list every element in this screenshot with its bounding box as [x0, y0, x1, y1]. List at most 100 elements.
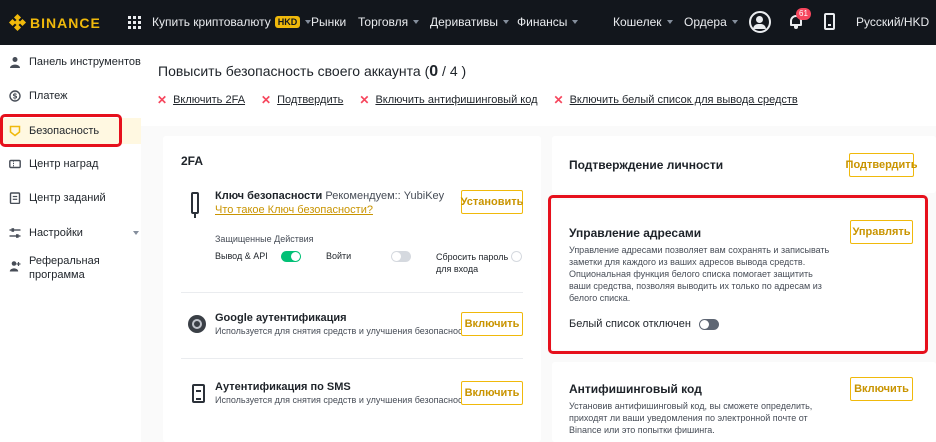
download-app-icon[interactable]: [824, 13, 835, 30]
clipboard-icon: [9, 192, 21, 205]
sidebar-item-label: Центр наград: [29, 158, 99, 170]
profile-avatar-icon[interactable]: [749, 11, 771, 33]
nav-finance-label: Финансы: [517, 15, 568, 29]
sidebar-item-security[interactable]: Безопасность: [0, 118, 141, 144]
chevron-down-icon: [666, 20, 673, 24]
currency-badge: HKD: [274, 16, 301, 28]
nav-buy-crypto-label: Купить криптовалюту: [152, 15, 271, 29]
verify-identity-button[interactable]: Подтвердить: [846, 153, 917, 177]
enable-sms-auth-button[interactable]: Включить: [461, 381, 523, 405]
security-key-link[interactable]: Что такое Ключ безопасности?: [215, 204, 373, 216]
nav-wallet-label: Кошелек: [613, 15, 662, 29]
nav-derivatives[interactable]: Деривативы: [430, 15, 510, 29]
sidebar-item-label: Платеж: [29, 90, 68, 102]
sidebar-item-label: Безопасность: [29, 125, 100, 137]
step-verify[interactable]: ✕ Подтвердить: [261, 93, 343, 107]
x-icon: ✕: [359, 93, 370, 107]
nav-derivatives-label: Деривативы: [430, 15, 499, 29]
step-whitelist[interactable]: ✕ Включить белый список для вывода средст…: [554, 93, 798, 107]
twofa-title: 2FA: [181, 154, 204, 168]
step-enable-2fa[interactable]: ✕ Включить 2FA: [157, 93, 245, 107]
google-auth-title: Google аутентификация: [215, 312, 347, 324]
sidebar-item-label: программа: [29, 269, 85, 281]
progress-done: 0: [429, 63, 439, 80]
nav-wallet[interactable]: Кошелек: [613, 15, 673, 29]
x-icon: ✕: [157, 93, 168, 107]
divider: [181, 292, 523, 293]
logo-text: BINANCE: [30, 14, 101, 31]
user-icon: [9, 56, 21, 68]
step-antiphishing[interactable]: ✕ Включить антифишинговый код: [359, 93, 537, 107]
nav-buy-crypto[interactable]: Купить криптовалюту HKD: [152, 15, 312, 29]
antiphishing-desc: Установив антифишинговый код, вы сможете…: [569, 401, 813, 435]
whitelist-toggle[interactable]: [699, 319, 719, 330]
nav-markets[interactable]: Рынки: [311, 15, 346, 29]
chevron-down-icon: [572, 20, 579, 24]
login-toggle[interactable]: [391, 251, 411, 262]
identity-title: Подтверждение личности: [569, 158, 724, 172]
sidebar: Панель инструментов $ Платеж Безопасност…: [0, 45, 141, 442]
security-steps: ✕ Включить 2FA ✕ Подтвердить ✕ Включить ант…: [157, 93, 814, 107]
language-currency-selector[interactable]: Русский/HKD: [856, 15, 929, 29]
chevron-down-icon: [133, 231, 139, 235]
add-user-icon: [9, 260, 21, 272]
page-title: Повысить безопасность своего аккаунта (0…: [158, 63, 467, 80]
action-withdraw-api-label: Вывод & API: [215, 251, 268, 261]
notification-count-badge: 61: [796, 8, 811, 20]
chevron-down-icon: [731, 20, 738, 24]
nav-trade-label: Торговля: [358, 15, 409, 29]
security-key-title: Ключ безопасности Рекомендуем:: YubiKey: [215, 190, 445, 202]
identity-card: Подтверждение личности Подтвердить: [552, 136, 936, 193]
antiphishing-card: Антифишинговый код Включить Установив ан…: [552, 362, 936, 442]
language-label: Русский/HKD: [856, 15, 930, 29]
enable-antiphishing-button[interactable]: Включить: [850, 377, 913, 401]
enable-google-auth-button[interactable]: Включить: [461, 312, 523, 336]
sliders-icon: [9, 227, 21, 239]
install-security-key-button[interactable]: Установить: [461, 190, 523, 214]
address-desc: Управление адресами позволяет вам сохран…: [569, 245, 830, 303]
nav-orders-label: Ордера: [684, 15, 727, 29]
withdraw-api-toggle[interactable]: [281, 251, 301, 262]
google-auth-icon: [188, 315, 206, 333]
security-key-recommend: Рекомендуем:: YubiKey: [325, 190, 445, 202]
nav-markets-label: Рынки: [311, 15, 347, 29]
nav-trade[interactable]: Торговля: [358, 15, 420, 29]
ticket-icon: [9, 158, 21, 170]
x-icon: ✕: [261, 93, 272, 107]
sidebar-item-rewards[interactable]: Центр наград: [0, 153, 141, 175]
chevron-down-icon: [413, 20, 420, 24]
security-key-icon: [191, 192, 199, 218]
progress-total: 4: [449, 63, 458, 79]
twofa-card: 2FA Ключ безопасности Рекомендуем:: Yubi…: [163, 136, 541, 442]
sidebar-item-label: Реферальная: [29, 255, 100, 267]
action-login-label: Войти: [326, 251, 352, 261]
manage-addresses-button[interactable]: Управлять: [850, 220, 913, 244]
apps-grid-icon[interactable]: [128, 15, 142, 30]
binance-logo-icon: [8, 13, 27, 31]
nav-orders[interactable]: Ордера: [684, 15, 738, 29]
protected-actions-label: Защищенные Действия: [215, 234, 314, 244]
divider: [181, 358, 523, 359]
sidebar-item-referral[interactable]: Реферальная программа: [0, 254, 141, 288]
google-auth-desc: Используется для снятия средств и улучше…: [215, 326, 472, 336]
sms-auth-title: Аутентификация по SMS: [215, 381, 351, 393]
antiphishing-title: Антифишинговый код: [569, 382, 702, 396]
whitelist-label: Белый список отключен: [569, 318, 691, 330]
sidebar-item-settings[interactable]: Настройки: [0, 222, 141, 244]
binance-logo[interactable]: BINANCE: [8, 13, 110, 31]
reset-password-toggle[interactable]: [511, 251, 522, 262]
sidebar-item-label: Настройки: [29, 227, 83, 239]
nav-finance[interactable]: Финансы: [517, 15, 579, 29]
action-reset-password-label: Сбросить пароль для входа: [436, 252, 509, 274]
address-management-card: Управление адресами Управлять Управление…: [552, 200, 924, 350]
security-progress-header: Повысить безопасность своего аккаунта (0…: [141, 45, 936, 126]
sidebar-item-dashboard[interactable]: Панель инструментов: [0, 51, 141, 73]
sidebar-item-label: Панель инструментов: [29, 56, 141, 68]
top-nav: BINANCE Купить криптовалюту HKD Рынки То…: [0, 0, 936, 45]
sidebar-item-payment[interactable]: $ Платеж: [0, 85, 141, 107]
sidebar-item-tasks[interactable]: Центр заданий: [0, 187, 141, 209]
step-label: Включить антифишинговый код: [375, 94, 538, 106]
step-label: Включить 2FA: [173, 94, 246, 106]
step-label: Подтвердить: [277, 94, 344, 106]
chevron-down-icon: [503, 20, 510, 24]
